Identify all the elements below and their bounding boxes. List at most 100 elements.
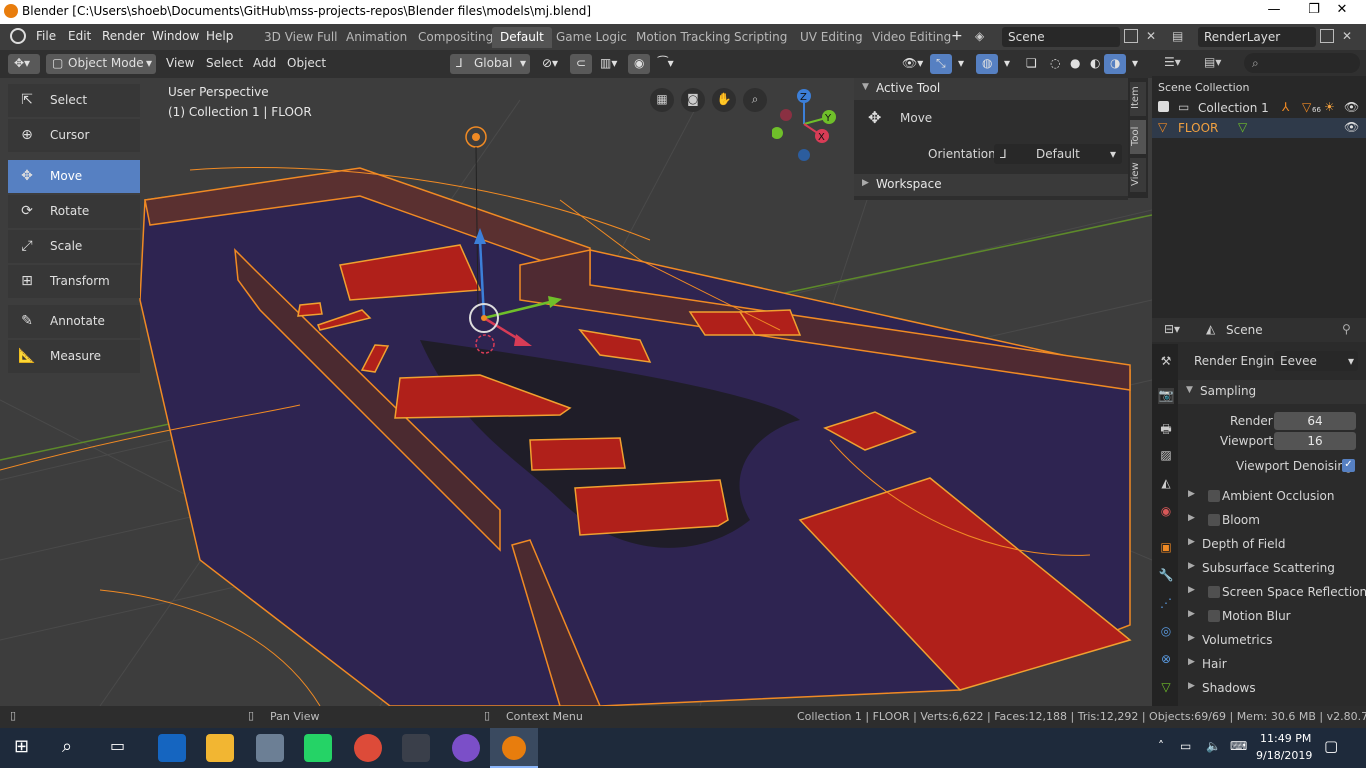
snap-target-icon[interactable]: ▥▾	[594, 54, 623, 74]
battery-icon[interactable]: ▭	[1180, 739, 1191, 753]
tool-transform[interactable]: ⊞ Transform	[8, 265, 140, 298]
active-tool-header[interactable]: ▼ Active Tool	[854, 78, 1128, 100]
eye-icon[interactable]: 👁	[1344, 120, 1359, 134]
tab-compositing[interactable]: Compositing	[410, 27, 501, 48]
object-tab-icon[interactable]: ▣	[1158, 540, 1174, 556]
rendered-shading-icon[interactable]: ◑	[1104, 54, 1126, 74]
menu-render[interactable]: Render	[102, 29, 145, 43]
pan-hand-icon[interactable]: ✋	[712, 88, 736, 112]
whatsapp-icon[interactable]	[304, 734, 332, 762]
new-renderlayer-icon[interactable]	[1320, 29, 1334, 43]
mode-dropdown[interactable]: ▢ Object Mode ▾	[46, 54, 156, 74]
blender-taskbar-button[interactable]	[490, 728, 538, 768]
snap-toggle-icon[interactable]: ⊂	[570, 54, 592, 74]
navigation-gizmo[interactable]: Z Y X	[772, 86, 836, 164]
eye-icon[interactable]: 👁	[1344, 100, 1359, 114]
orientation-dropdown[interactable]: ⅃ Default ▾	[994, 144, 1122, 164]
tool-select[interactable]: ⇱ Select	[8, 84, 140, 117]
editor-type-icon[interactable]: ⊟▾	[1164, 322, 1180, 336]
panel-bloom[interactable]: ▶ Bloom	[1178, 509, 1366, 533]
clock-date[interactable]: 9/18/2019	[1256, 749, 1312, 762]
zoom-icon[interactable]: ⌕	[743, 88, 767, 112]
windows-start-icon[interactable]: ⊞	[14, 736, 29, 757]
pin-icon[interactable]: ⚲	[1342, 322, 1351, 336]
renderlayer-browse-icon[interactable]: ▤	[1172, 29, 1183, 43]
render-tab-icon[interactable]: 📷	[1158, 388, 1174, 404]
search-icon[interactable]: ⌕	[62, 736, 72, 757]
panel-hair[interactable]: ▶ Hair	[1178, 653, 1366, 677]
tab-tool[interactable]: Tool	[1130, 120, 1146, 154]
pivot-point-icon[interactable]: ⊘▾	[536, 54, 564, 74]
tab-animation[interactable]: Animation	[338, 27, 415, 48]
object-menu[interactable]: Object	[281, 54, 332, 74]
tool-scale[interactable]: ⤢ Scale	[8, 230, 140, 263]
panel-motion-blur[interactable]: ▶ Motion Blur	[1178, 605, 1366, 629]
notifications-icon[interactable]: ▢	[1324, 737, 1338, 755]
mesh-data-tab-icon[interactable]: ▽	[1158, 680, 1174, 696]
panel-depth-of-field[interactable]: ▶ Depth of Field	[1178, 533, 1366, 557]
overlays-dropdown-icon[interactable]: ▾	[998, 54, 1016, 74]
tool-tab-icon[interactable]: ⚒	[1158, 354, 1174, 370]
delete-scene-icon[interactable]: ✕	[1146, 29, 1156, 43]
tab-motion-tracking[interactable]: Motion Tracking	[628, 27, 738, 48]
display-mode-icon[interactable]: ▤▾	[1204, 55, 1221, 69]
tab-video-editing[interactable]: Video Editing	[864, 27, 959, 48]
file-explorer-icon[interactable]	[206, 734, 234, 762]
tab-item[interactable]: Item	[1130, 82, 1146, 116]
outliner-search-input[interactable]: ⌕	[1244, 53, 1360, 73]
world-tab-icon[interactable]: ◉	[1158, 504, 1174, 520]
denoising-checkbox[interactable]: ✓	[1342, 459, 1355, 472]
store-icon[interactable]	[158, 734, 186, 762]
bloom-checkbox[interactable]	[1208, 514, 1220, 526]
particles-tab-icon[interactable]: ⋰	[1158, 596, 1174, 612]
sampling-panel-header[interactable]: ▼ Sampling	[1178, 380, 1366, 404]
panel-shadows[interactable]: ▶ Shadows	[1178, 677, 1366, 701]
constraints-tab-icon[interactable]: ⊗	[1158, 652, 1174, 668]
panel-ambient-occlusion[interactable]: ▶ Ambient Occlusion	[1178, 485, 1366, 509]
gizmo-toggle-icon[interactable]: ⤡	[930, 54, 952, 74]
blender-menu-icon[interactable]	[10, 28, 26, 44]
output-tab-icon[interactable]: 🖶	[1158, 420, 1174, 436]
falloff-icon[interactable]: ⁀▾	[652, 54, 680, 74]
proportional-edit-icon[interactable]: ◉	[628, 54, 650, 74]
view-layer-tab-icon[interactable]: ▨	[1158, 448, 1174, 464]
motion-blur-checkbox[interactable]	[1208, 610, 1220, 622]
shading-dropdown-icon[interactable]: ▾	[1126, 54, 1144, 74]
photos-icon[interactable]	[256, 734, 284, 762]
tool-rotate[interactable]: ⟳ Rotate	[8, 195, 140, 228]
select-menu[interactable]: Select	[200, 54, 249, 74]
panel-screen-space-reflections[interactable]: ▶ Screen Space Reflections	[1178, 581, 1366, 605]
ambient-occlusion-checkbox[interactable]	[1208, 490, 1220, 502]
tray-chevron-icon[interactable]: ˄	[1158, 739, 1164, 753]
modifier-tab-icon[interactable]: 🔧	[1158, 568, 1174, 584]
unity-icon[interactable]	[402, 734, 430, 762]
menu-file[interactable]: File	[36, 29, 56, 43]
tab-scripting[interactable]: Scripting	[726, 27, 795, 48]
editor-type-icon[interactable]: ☰▾	[1164, 55, 1181, 69]
camera-view-icon[interactable]: ◙	[681, 88, 705, 112]
new-scene-icon[interactable]	[1124, 29, 1138, 43]
clock-time[interactable]: 11:49 PM	[1260, 732, 1311, 745]
render-layer-field[interactable]: RenderLayer	[1198, 27, 1316, 47]
view-menu[interactable]: View	[160, 54, 200, 74]
scene-browse-icon[interactable]: ◈	[975, 29, 997, 45]
delete-renderlayer-icon[interactable]: ✕	[1342, 29, 1352, 43]
menu-help[interactable]: Help	[206, 29, 233, 43]
volume-icon[interactable]: 🔈	[1206, 739, 1221, 753]
tab-uv-editing[interactable]: UV Editing	[792, 27, 871, 48]
task-view-icon[interactable]: ▭	[110, 736, 125, 755]
menu-window[interactable]: Window	[152, 29, 199, 43]
tool-annotate[interactable]: ✎ Annotate	[8, 305, 140, 338]
chrome-icon[interactable]	[354, 734, 382, 762]
visibility-icon[interactable]: 👁▾	[896, 54, 929, 74]
minimize-button[interactable]: —	[1254, 2, 1294, 22]
github-desktop-icon[interactable]	[452, 734, 480, 762]
tab-game-logic[interactable]: Game Logic	[548, 27, 635, 48]
tool-cursor[interactable]: ⊕ Cursor	[8, 119, 140, 152]
gizmo-dropdown-icon[interactable]: ▾	[952, 54, 970, 74]
scene-tab-icon[interactable]: ◭	[1158, 476, 1174, 492]
xray-toggle-icon[interactable]: ❏	[1020, 54, 1043, 74]
render-engine-dropdown[interactable]: Eevee ▾	[1274, 351, 1358, 371]
checkbox-icon[interactable]	[1158, 101, 1169, 112]
editor-type-icon[interactable]: ✥▾	[8, 54, 40, 74]
